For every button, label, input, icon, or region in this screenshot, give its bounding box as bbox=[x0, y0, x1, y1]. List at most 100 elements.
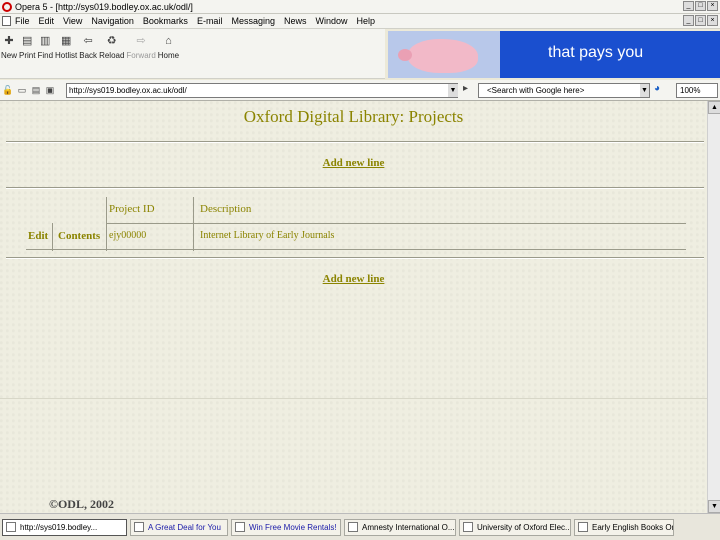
menu-help[interactable]: Help bbox=[357, 16, 376, 26]
scroll-up-icon[interactable]: ▲ bbox=[708, 101, 720, 114]
back-label: Back bbox=[79, 51, 98, 60]
main-toolbar: ✚ New ▤ Print ▥ Find ▦ Hotlist ⇦ Back ♻ … bbox=[0, 29, 385, 79]
page-title: Oxford Digital Library: Projects bbox=[243, 107, 464, 126]
forward-label: Forward bbox=[126, 51, 156, 60]
project-id-cell: ejy00000 bbox=[109, 230, 147, 241]
hotlist-button[interactable]: ▦ Hotlist bbox=[55, 29, 77, 78]
print-label: Print bbox=[19, 51, 36, 60]
page-tab-label: Win Free Movie Rentals! bbox=[249, 522, 337, 532]
menu-navigation[interactable]: Navigation bbox=[91, 16, 134, 26]
close-icon[interactable]: × bbox=[707, 1, 718, 11]
reload-icon: ♻ bbox=[106, 35, 117, 47]
new-button[interactable]: ✚ New bbox=[1, 29, 17, 78]
page-print-icon[interactable]: ▤ bbox=[30, 84, 42, 96]
page-tab-0[interactable]: http://sys019.bodley... bbox=[2, 518, 127, 536]
address-field[interactable]: http://sys019.bodley.ox.ac.uk/odl/ bbox=[66, 83, 458, 98]
divider bbox=[0, 398, 707, 399]
page-tab-label: http://sys019.bodley... bbox=[20, 522, 98, 532]
menu-file[interactable]: File bbox=[15, 16, 30, 26]
menu-view[interactable]: View bbox=[63, 16, 82, 26]
page-icon bbox=[578, 522, 588, 532]
projects-table: Project ID Description Edit Contents ejy… bbox=[26, 197, 686, 251]
menu-messaging[interactable]: Messaging bbox=[231, 16, 275, 26]
home-icon: ⌂ bbox=[165, 35, 172, 47]
ad-banner[interactable]: that pays you bbox=[388, 31, 720, 78]
hotlist-icon: ▦ bbox=[60, 35, 72, 47]
forward-icon: ⇨ bbox=[136, 35, 146, 47]
page-window-icon[interactable]: ▭ bbox=[16, 84, 28, 96]
window-controls: _ □ × bbox=[683, 1, 718, 11]
page-tab-label: Early English Books Onlin... bbox=[592, 522, 673, 532]
reload-button[interactable]: ♻ Reload bbox=[99, 29, 124, 78]
page-tab-4[interactable]: University of Oxford Elec... bbox=[459, 518, 571, 536]
page-tab-1[interactable]: A Great Deal for You bbox=[130, 518, 228, 536]
header-description: Description bbox=[200, 203, 252, 215]
table-column-line bbox=[52, 223, 53, 251]
divider bbox=[6, 141, 704, 143]
table-row-line bbox=[26, 249, 686, 250]
page-content: Oxford Digital Library: Projects Add new… bbox=[0, 101, 707, 513]
window-title-bar: Opera 5 - [http://sys019.bodley.ox.ac.uk… bbox=[0, 0, 720, 14]
menu-bar: File Edit View Navigation Bookmarks E-ma… bbox=[0, 14, 720, 29]
edit-link[interactable]: Edit bbox=[28, 230, 48, 242]
minimize-icon[interactable]: _ bbox=[683, 1, 694, 11]
copyright-text: ©ODL, 2002 bbox=[49, 497, 114, 511]
menu-window[interactable]: Window bbox=[316, 16, 348, 26]
lock-icon[interactable]: 🔓 bbox=[2, 84, 14, 96]
doc-minimize-icon[interactable]: _ bbox=[683, 15, 694, 26]
page-icon bbox=[348, 522, 358, 532]
search-field[interactable]: <Search with Google here> bbox=[478, 83, 650, 98]
globe-icon[interactable]: ◕ bbox=[654, 83, 660, 94]
piggy-bank-image bbox=[398, 39, 478, 73]
add-new-line-link-bottom[interactable]: Add new line bbox=[0, 273, 707, 285]
opera-logo-icon bbox=[2, 1, 12, 12]
table-column-line bbox=[193, 197, 194, 251]
page-icon bbox=[235, 522, 245, 532]
search-dropdown-icon[interactable]: ▼ bbox=[640, 84, 649, 97]
go-arrow-icon[interactable]: ▸ bbox=[463, 83, 468, 94]
menu-news[interactable]: News bbox=[284, 16, 307, 26]
back-icon: ⇦ bbox=[83, 35, 93, 47]
window-title: Opera 5 - [http://sys019.bodley.ox.ac.uk… bbox=[15, 1, 193, 12]
reload-label: Reload bbox=[99, 51, 125, 60]
address-dropdown-icon[interactable]: ▼ bbox=[448, 84, 458, 97]
find-icon: ▥ bbox=[40, 35, 51, 47]
page-info-icon[interactable]: ▣ bbox=[44, 84, 56, 96]
divider bbox=[6, 187, 704, 189]
page-tab-label: Amnesty International O... bbox=[362, 522, 455, 532]
contents-link[interactable]: Contents bbox=[58, 230, 100, 242]
hotlist-label: Hotlist bbox=[55, 51, 78, 60]
description-cell: Internet Library of Early Journals bbox=[200, 230, 335, 241]
menu-bookmarks[interactable]: Bookmarks bbox=[143, 16, 188, 26]
table-column-line bbox=[106, 197, 107, 251]
back-button[interactable]: ⇦ Back bbox=[79, 29, 97, 78]
new-page-icon: ✚ bbox=[4, 35, 14, 47]
page-icon bbox=[6, 522, 16, 532]
vertical-scrollbar[interactable]: ▲ ▼ bbox=[707, 101, 720, 513]
doc-close-icon[interactable]: × bbox=[707, 15, 718, 26]
scroll-down-icon[interactable]: ▼ bbox=[708, 500, 720, 513]
new-label: New bbox=[1, 51, 18, 60]
page-icon bbox=[134, 522, 144, 532]
menu-email[interactable]: E-mail bbox=[197, 16, 223, 26]
doc-restore-icon[interactable]: □ bbox=[695, 15, 706, 26]
home-button[interactable]: ⌂ Home bbox=[158, 29, 179, 78]
header-project-id: Project ID bbox=[109, 203, 155, 215]
ad-text: that pays you bbox=[548, 44, 644, 61]
menu-edit[interactable]: Edit bbox=[39, 16, 55, 26]
table-row-line bbox=[106, 223, 686, 224]
page-tab-label: A Great Deal for You bbox=[148, 522, 221, 532]
zoom-field[interactable]: 100% bbox=[676, 83, 718, 98]
document-window-controls: _ □ × bbox=[683, 15, 718, 26]
print-button[interactable]: ▤ Print bbox=[19, 29, 35, 78]
maximize-icon[interactable]: □ bbox=[695, 1, 706, 11]
page-tab-5[interactable]: Early English Books Onlin... bbox=[574, 518, 674, 536]
find-button[interactable]: ▥ Find bbox=[37, 29, 53, 78]
page-tab-2[interactable]: Win Free Movie Rentals! bbox=[231, 518, 341, 536]
page-tab-3[interactable]: Amnesty International O... bbox=[344, 518, 456, 536]
find-label: Find bbox=[37, 51, 54, 60]
add-new-line-link-top[interactable]: Add new line bbox=[0, 157, 707, 169]
page-tab-label: University of Oxford Elec... bbox=[477, 522, 571, 532]
forward-button[interactable]: ⇨ Forward bbox=[126, 29, 155, 78]
page-bar: http://sys019.bodley... A Great Deal for… bbox=[0, 513, 720, 540]
